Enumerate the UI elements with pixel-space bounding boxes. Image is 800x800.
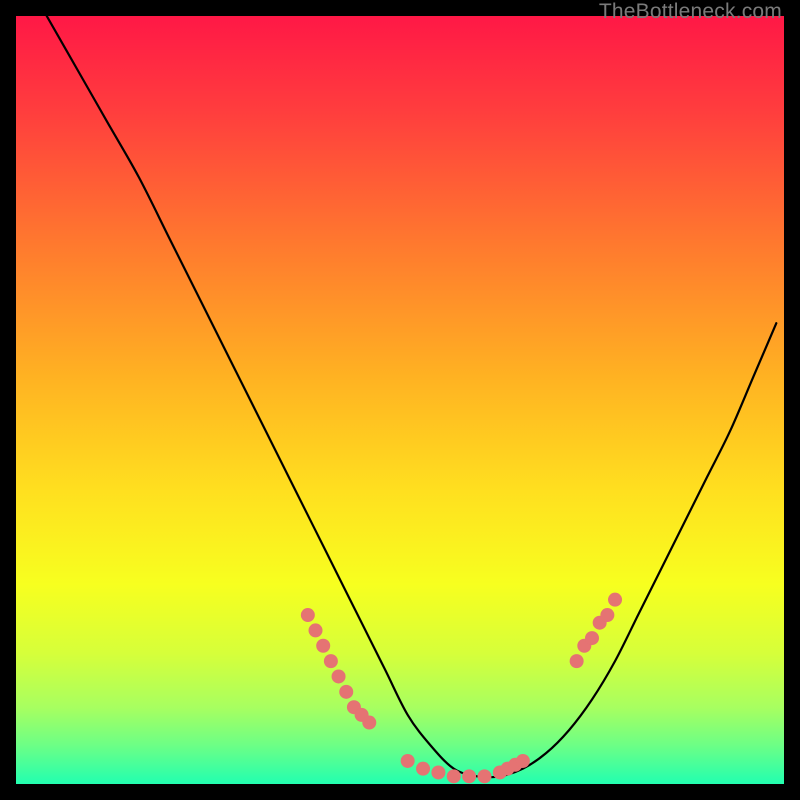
marker-bottom-cluster: [462, 769, 476, 783]
marker-left-cluster: [332, 669, 346, 683]
chart-canvas: [16, 16, 784, 784]
marker-left-cluster: [309, 623, 323, 637]
marker-bottom-cluster: [516, 754, 530, 768]
watermark-text: TheBottleneck.com: [599, 0, 782, 24]
marker-left-cluster: [324, 654, 338, 668]
marker-right-cluster: [570, 654, 584, 668]
marker-left-cluster: [339, 685, 353, 699]
marker-bottom-cluster: [431, 765, 445, 779]
marker-right-cluster: [585, 631, 599, 645]
marker-right-cluster: [600, 608, 614, 622]
marker-left-cluster: [316, 639, 330, 653]
marker-bottom-cluster: [416, 762, 430, 776]
marker-bottom-cluster: [447, 769, 461, 783]
marker-left-cluster: [301, 608, 315, 622]
marker-left-cluster: [362, 716, 376, 730]
marker-bottom-cluster: [401, 754, 415, 768]
marker-bottom-cluster: [477, 769, 491, 783]
gradient-background: [16, 16, 784, 784]
marker-right-cluster: [608, 593, 622, 607]
